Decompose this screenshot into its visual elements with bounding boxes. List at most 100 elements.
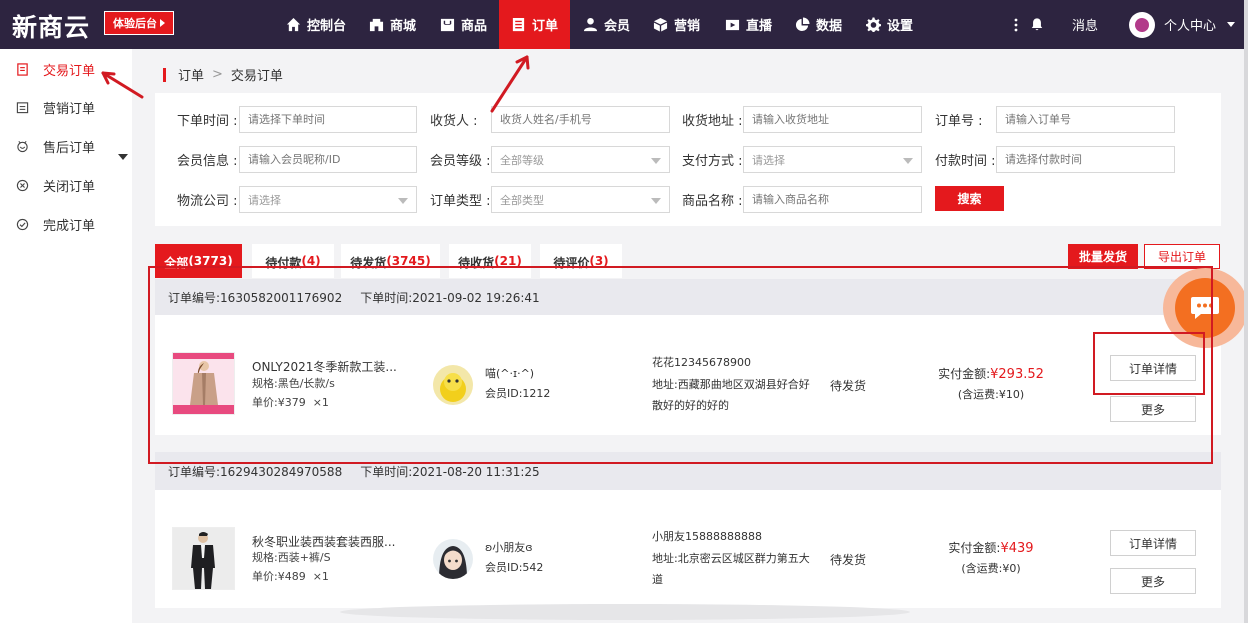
live-icon	[725, 19, 740, 31]
order-time: 下单时间:2021-08-20 11:31:25	[360, 464, 540, 479]
nav-item-data[interactable]: 数据	[795, 0, 842, 49]
service-icon	[17, 140, 28, 152]
nav-item-dashboard[interactable]: 控制台	[286, 0, 346, 49]
more-menu-button[interactable]	[1010, 0, 1022, 49]
home-icon	[286, 17, 301, 32]
gear-icon	[866, 17, 881, 32]
member-id: 会员ID:542	[485, 561, 544, 574]
nav-label: 营销	[674, 19, 701, 34]
sidebar-item-label: 完成订单	[43, 218, 96, 234]
user-center-label: 个人中心	[1164, 19, 1217, 34]
nav-item-orders[interactable]: 订单	[499, 0, 570, 49]
nav-item-mall[interactable]: 商城	[369, 0, 416, 49]
nav-label: 商品	[461, 19, 488, 34]
sidebar: 交易订单 营销订单 售后订单 关闭订单 完成订单	[0, 49, 132, 623]
pay-time-input[interactable]	[996, 146, 1175, 173]
nav-item-products[interactable]: 商品	[440, 0, 487, 49]
nav-label: 直播	[746, 19, 773, 34]
chevron-down-icon	[903, 158, 913, 164]
trial-backend-button[interactable]: 体验后台	[104, 11, 174, 35]
member-name: ʚ小朋友ɞ	[485, 541, 533, 554]
member-avatar[interactable]	[433, 539, 473, 579]
breadcrumb-marker	[163, 67, 166, 82]
shipping-fee: (含运费:¥0)	[961, 562, 1021, 575]
sidebar-item-trade-orders[interactable]: 交易订单	[16, 59, 95, 79]
box-icon	[653, 17, 668, 32]
sidebar-item-label: 售后订单	[43, 140, 96, 156]
member-info-input[interactable]	[239, 146, 417, 173]
kebab-menu-icon	[1014, 18, 1018, 31]
nav-label: 数据	[816, 19, 843, 34]
document-icon	[17, 62, 28, 76]
order-time-label: 下单时间 :	[177, 113, 238, 129]
pay-method-select[interactable]: 请选择	[743, 146, 922, 173]
pay-time-label: 付款时间 :	[935, 153, 996, 169]
order-time-input[interactable]	[239, 106, 417, 133]
receiver-input[interactable]	[491, 106, 670, 133]
sidebar-item-label: 关闭订单	[43, 179, 96, 195]
nav-item-members[interactable]: 会员	[583, 0, 630, 49]
avatar-logo-icon	[1135, 17, 1149, 32]
logistics-label: 物流公司 :	[177, 193, 238, 209]
logistics-select[interactable]: 请选择	[239, 186, 417, 213]
paid-amount: ¥439	[1000, 541, 1034, 556]
ship-address-input[interactable]	[743, 106, 922, 133]
annotation-order-box	[148, 266, 1213, 464]
top-nav-bar: 新商云 体验后台 控制台 商城 商品 订单 会员 营销 直播 数据 设置 消息 …	[0, 0, 1248, 49]
order-detail-button[interactable]: 订单详情	[1110, 530, 1196, 556]
breadcrumb-root[interactable]: 订单	[178, 65, 204, 84]
order-no-input[interactable]	[996, 106, 1175, 133]
sidebar-item-marketing-orders[interactable]: 营销订单	[16, 97, 95, 117]
sidebar-item-completed-orders[interactable]: 完成订单	[16, 214, 95, 234]
close-circle-icon	[16, 179, 29, 191]
chevron-down-icon	[1227, 22, 1236, 27]
select-value: 请选择	[752, 153, 785, 167]
sidebar-item-after-sales[interactable]: 售后订单	[16, 136, 95, 156]
nav-label: 设置	[887, 19, 914, 34]
order-status: 待发货	[830, 553, 867, 567]
member-level-select[interactable]: 全部等级	[491, 146, 670, 173]
member-avatar-image	[433, 539, 473, 579]
nav-item-live[interactable]: 直播	[725, 0, 772, 49]
sidebar-item-closed-orders[interactable]: 关闭订单	[16, 175, 95, 195]
member-icon	[583, 17, 598, 32]
chevron-down-icon	[398, 198, 408, 204]
product-name-label: 商品名称 :	[682, 193, 743, 209]
select-value: 请选择	[248, 193, 281, 207]
product-price: 单价:¥489 ×1	[252, 567, 329, 587]
order-type-label: 订单类型 :	[430, 193, 491, 209]
search-button[interactable]: 搜索	[935, 186, 1004, 211]
nav-item-marketing[interactable]: 营销	[653, 0, 700, 49]
product-thumbnail[interactable]	[172, 527, 235, 590]
scroll-shadow	[340, 604, 910, 620]
play-arrow-icon	[160, 19, 165, 27]
order-icon	[512, 17, 525, 32]
product-name-input[interactable]	[743, 186, 922, 213]
window-edge	[1244, 0, 1248, 623]
sidebar-item-label: 营销订单	[43, 101, 96, 117]
nav-label: 商城	[390, 19, 417, 34]
order-number: 订单编号:1629430284970588	[168, 464, 343, 479]
unit-price: 单价:¥489	[252, 570, 306, 583]
bell-icon	[1031, 18, 1043, 31]
nav-label: 订单	[532, 19, 559, 34]
app-logo[interactable]: 新商云	[12, 8, 90, 44]
trial-backend-label: 体验后台	[113, 17, 157, 30]
notification-button[interactable]	[1030, 0, 1044, 49]
product-spec: 规格:西装+裤/S	[252, 551, 331, 564]
breadcrumb-separator: >	[212, 67, 223, 82]
check-circle-icon	[16, 218, 29, 230]
nav-label: 控制台	[307, 19, 347, 34]
nav-item-settings[interactable]: 设置	[866, 0, 913, 49]
messages-link[interactable]: 消息	[1072, 0, 1098, 49]
chevron-down-icon[interactable]	[118, 154, 128, 160]
member-info-label: 会员信息 :	[177, 153, 238, 169]
receiver-label: 收货人 :	[430, 113, 478, 129]
sidebar-item-label: 交易订单	[43, 63, 96, 79]
user-center-menu[interactable]: 个人中心	[1129, 0, 1236, 49]
order-type-select[interactable]: 全部类型	[491, 186, 670, 213]
chevron-down-icon	[651, 198, 661, 204]
breadcrumb-current: 交易订单	[230, 69, 283, 84]
more-button[interactable]: 更多	[1110, 568, 1196, 594]
paid-label: 实付金额:	[948, 541, 1001, 555]
